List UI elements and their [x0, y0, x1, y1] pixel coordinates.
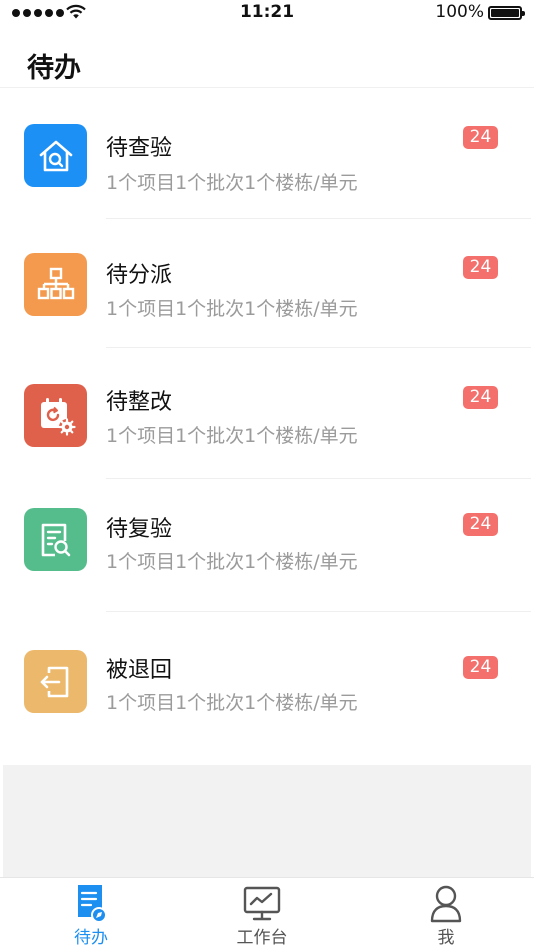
tab-todo[interactable]: 待办: [31, 878, 151, 950]
task-title: 被退回: [106, 658, 173, 683]
monitor-chart-icon: [243, 886, 281, 921]
tab-workbench[interactable]: 工作台: [202, 878, 322, 950]
page-title: 待办: [27, 53, 81, 84]
count-badge: 24: [463, 513, 498, 536]
task-subtitle: 1个项目1个批次1个楼栋/单元: [106, 298, 358, 320]
task-item-returned[interactable]: 被退回 1个项目1个批次1个楼栋/单元 24: [0, 612, 534, 740]
task-subtitle: 1个项目1个批次1个楼栋/单元: [106, 172, 358, 194]
tab-bar: 待办 工作台 我: [0, 877, 534, 950]
battery-percentage: 100%: [435, 2, 484, 22]
count-badge: 24: [463, 386, 498, 409]
tab-label: 工作台: [236, 928, 288, 948]
task-subtitle: 1个项目1个批次1个楼栋/单元: [106, 692, 358, 714]
battery-icon: [488, 6, 525, 20]
task-title: 待整改: [106, 390, 173, 415]
task-title: 待分派: [106, 263, 173, 288]
status-bar: 11:21 100%: [0, 0, 534, 26]
count-badge: 24: [463, 656, 498, 679]
house-search-icon: [24, 124, 87, 187]
tab-label: 待办: [74, 928, 108, 948]
tab-me[interactable]: 我: [386, 878, 506, 950]
task-item-pending-rectification[interactable]: 待整改 1个项目1个批次1个楼栋/单元 24: [0, 349, 534, 477]
task-item-pending-dispatch[interactable]: 待分派 1个项目1个批次1个楼栋/单元 24: [0, 219, 534, 347]
org-chart-icon: [24, 253, 87, 316]
count-badge: 24: [463, 256, 498, 279]
todo-document-icon: [78, 885, 107, 923]
count-badge: 24: [463, 126, 498, 149]
person-icon: [430, 885, 462, 923]
tab-label: 我: [437, 928, 455, 948]
task-item-pending-reinspection[interactable]: 待复验 1个项目1个批次1个楼栋/单元 24: [0, 479, 534, 607]
page-header: 待办: [0, 26, 534, 88]
task-subtitle: 1个项目1个批次1个楼栋/单元: [106, 551, 358, 573]
exit-door-icon: [24, 650, 87, 713]
calendar-gear-icon: [24, 384, 87, 447]
task-title: 待复验: [106, 517, 173, 542]
document-search-icon: [24, 508, 87, 571]
task-subtitle: 1个项目1个批次1个楼栋/单元: [106, 425, 358, 447]
task-title: 待查验: [106, 136, 173, 161]
divider: [106, 347, 531, 348]
empty-area: [3, 765, 531, 877]
task-item-pending-inspection[interactable]: 待查验 1个项目1个批次1个楼栋/单元 24: [0, 90, 534, 218]
